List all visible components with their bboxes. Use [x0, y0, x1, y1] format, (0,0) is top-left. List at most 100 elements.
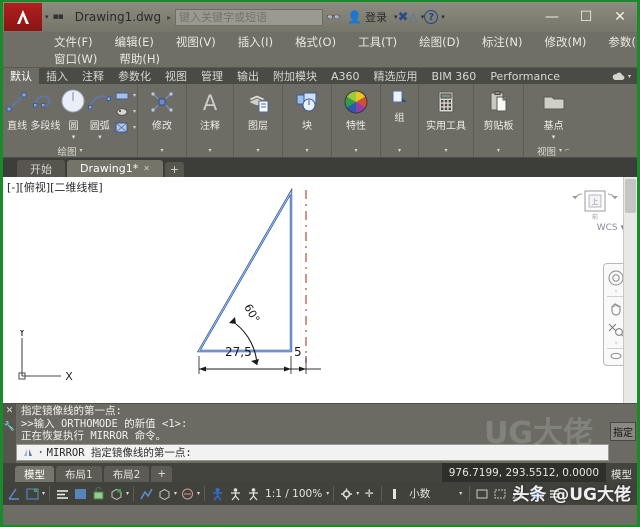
- ucs-caret-icon[interactable]: ▾: [126, 490, 129, 497]
- doc-tab-new-button[interactable]: +: [165, 162, 184, 177]
- canvas-scroll-thumb[interactable]: [625, 179, 636, 213]
- command-close-icon[interactable]: ✕: [6, 406, 14, 416]
- panel-annotation-title[interactable]: ▾: [188, 144, 232, 157]
- gear-caret-icon[interactable]: ▾: [356, 490, 359, 497]
- help-icon[interactable]: ?: [424, 10, 438, 24]
- app-menu-caret-icon[interactable]: ▾: [45, 13, 49, 21]
- base-point-caret-icon[interactable]: ▾: [552, 133, 556, 141]
- panel-utilities-title[interactable]: ▾: [420, 144, 472, 157]
- menu-item-format[interactable]: 格式(O): [284, 34, 347, 50]
- minimize-button[interactable]: —: [535, 3, 569, 31]
- ribbon-tab-bim360[interactable]: BIM 360: [425, 68, 484, 84]
- quick-access-toolbar-handle[interactable]: ▪▪: [53, 12, 63, 22]
- ribbon-tab-addins[interactable]: 附加模块: [266, 68, 324, 84]
- tool-arc-button[interactable]: 圆弧 ▾: [87, 87, 113, 141]
- panel-utilities-caret-icon[interactable]: ▾: [444, 147, 447, 154]
- rectangle-caret-icon[interactable]: ▾: [133, 92, 136, 99]
- ribbon-tab-insert[interactable]: 插入: [39, 68, 75, 84]
- panel-group-title[interactable]: ▾: [382, 144, 417, 157]
- layout-tab-add-button[interactable]: +: [151, 466, 172, 482]
- search-input[interactable]: 键入关键字或短语: [175, 9, 323, 26]
- menu-item-window[interactable]: 窗口(W): [43, 51, 108, 67]
- ribbon-tab-featuredapps[interactable]: 精选应用: [367, 68, 425, 84]
- annotation-scale-caret-icon[interactable]: ▾: [326, 490, 329, 497]
- tool-modify-button[interactable]: 修改: [142, 87, 183, 132]
- gear-icon[interactable]: [338, 485, 354, 502]
- 3dosnap-icon[interactable]: [156, 485, 172, 502]
- panel-layers-caret-icon[interactable]: ▾: [256, 147, 259, 154]
- ribbon-tab-home[interactable]: 默认: [3, 68, 39, 84]
- grid-caret-icon[interactable]: ▾: [42, 490, 45, 497]
- panel-view-expand-icon[interactable]: ⌐: [565, 147, 570, 154]
- tool-block-button[interactable]: 块: [287, 87, 328, 132]
- space-label[interactable]: 模型: [606, 467, 637, 482]
- menu-item-insert[interactable]: 插入(I): [227, 34, 284, 50]
- command-input[interactable]: ▾ MIRROR 指定镜像线的第一点:: [16, 444, 609, 461]
- gradient-caret-icon[interactable]: ▾: [133, 124, 136, 131]
- annoscale2-icon[interactable]: [245, 485, 261, 502]
- isolate-icon[interactable]: [138, 485, 154, 502]
- menu-item-modify[interactable]: 修改(M): [534, 34, 598, 50]
- tool-clipboard-button[interactable]: 剪贴板: [478, 87, 519, 132]
- menu-item-draw[interactable]: 绘图(D): [408, 34, 471, 50]
- workspace-icon[interactable]: [209, 485, 225, 502]
- tool-hatch-row[interactable]: ▾: [113, 104, 136, 119]
- doc-tab-close-icon[interactable]: ✕: [143, 164, 150, 173]
- panel-block-title[interactable]: ▾: [284, 144, 330, 157]
- layout-tab-layout1[interactable]: 布局1: [56, 466, 102, 482]
- cleanscreen-icon[interactable]: [510, 485, 526, 502]
- command-customize-wrench-icon[interactable]: 🔧: [4, 422, 15, 432]
- grid-snap-icon[interactable]: [72, 485, 88, 502]
- doc-tab-drawing1[interactable]: Drawing1* ✕: [67, 160, 163, 177]
- ribbon-cloud-caret-icon[interactable]: ▾: [628, 73, 631, 80]
- annotation-scale-label[interactable]: 1:1 / 100%: [263, 488, 324, 500]
- panel-view-title[interactable]: 视图 ▾ ⌐: [525, 144, 582, 157]
- panel-modify-caret-icon[interactable]: ▾: [160, 147, 163, 154]
- tool-line-button[interactable]: 直线: [4, 87, 30, 132]
- layout-tab-layout2[interactable]: 布局2: [104, 466, 150, 482]
- isolate-objects-icon[interactable]: [492, 485, 508, 502]
- tool-circle-caret-icon[interactable]: ▾: [72, 133, 76, 141]
- panel-properties-title[interactable]: ▾: [333, 144, 379, 157]
- menu-item-dimension[interactable]: 标注(N): [471, 34, 534, 50]
- units-caret-icon[interactable]: ▾: [459, 490, 462, 497]
- tool-properties-button[interactable]: 特性: [336, 87, 377, 132]
- help-caret-icon[interactable]: ▾: [441, 13, 445, 21]
- maximize-button[interactable]: ☐: [569, 3, 603, 31]
- tool-gradient-row[interactable]: ▾: [113, 120, 136, 135]
- menu-item-edit[interactable]: 编辑(E): [104, 34, 165, 50]
- ribbon-tab-manage[interactable]: 管理: [194, 68, 230, 84]
- tool-utilities-button[interactable]: 实用工具: [420, 87, 472, 132]
- share-icon[interactable]: △: [408, 10, 417, 24]
- signin-label[interactable]: 登录: [365, 9, 387, 25]
- menu-item-view[interactable]: 视图(V): [165, 34, 227, 50]
- menu-item-help[interactable]: 帮助(H): [108, 51, 171, 67]
- doc-tab-start[interactable]: 开始: [17, 160, 65, 177]
- panel-group-caret-icon[interactable]: ▾: [398, 147, 401, 154]
- 3dosnap-caret-icon[interactable]: ▾: [174, 490, 177, 497]
- ribbon-tab-output[interactable]: 输出: [230, 68, 266, 84]
- canvas-vertical-scrollbar[interactable]: [623, 177, 637, 403]
- units-bar-icon[interactable]: [386, 485, 402, 502]
- menu-icon[interactable]: [546, 485, 562, 502]
- panel-annotation-caret-icon[interactable]: ▾: [208, 147, 211, 154]
- title-dropdown-icon[interactable]: ▸: [167, 13, 171, 22]
- panel-draw-title-caret-icon[interactable]: ▾: [80, 147, 83, 154]
- grid-display-icon[interactable]: [24, 485, 40, 502]
- ribbon-tab-view[interactable]: 视图: [158, 68, 194, 84]
- zoom-caret-icon[interactable]: ▾: [614, 340, 617, 347]
- steering-wheel-caret-icon[interactable]: ▾: [614, 288, 617, 295]
- ribbon-tab-a360[interactable]: A360: [324, 68, 367, 84]
- panel-modify-title[interactable]: ▾: [139, 144, 185, 157]
- plus-icon[interactable]: ✛: [361, 485, 377, 502]
- panel-properties-caret-icon[interactable]: ▾: [354, 147, 357, 154]
- tool-group-button[interactable]: 组: [383, 87, 417, 124]
- close-button[interactable]: ✕: [603, 3, 637, 31]
- annotation-caret-icon[interactable]: ▾: [197, 490, 200, 497]
- user-avatar-icon[interactable]: 👤: [347, 10, 362, 24]
- ortho-icon[interactable]: [54, 485, 70, 502]
- tool-annotation-button[interactable]: A 注释: [190, 87, 231, 132]
- panel-view-title-caret-icon[interactable]: ▾: [559, 147, 562, 154]
- hatch-caret-icon[interactable]: ▾: [133, 108, 136, 115]
- application-menu-button[interactable]: [4, 3, 42, 31]
